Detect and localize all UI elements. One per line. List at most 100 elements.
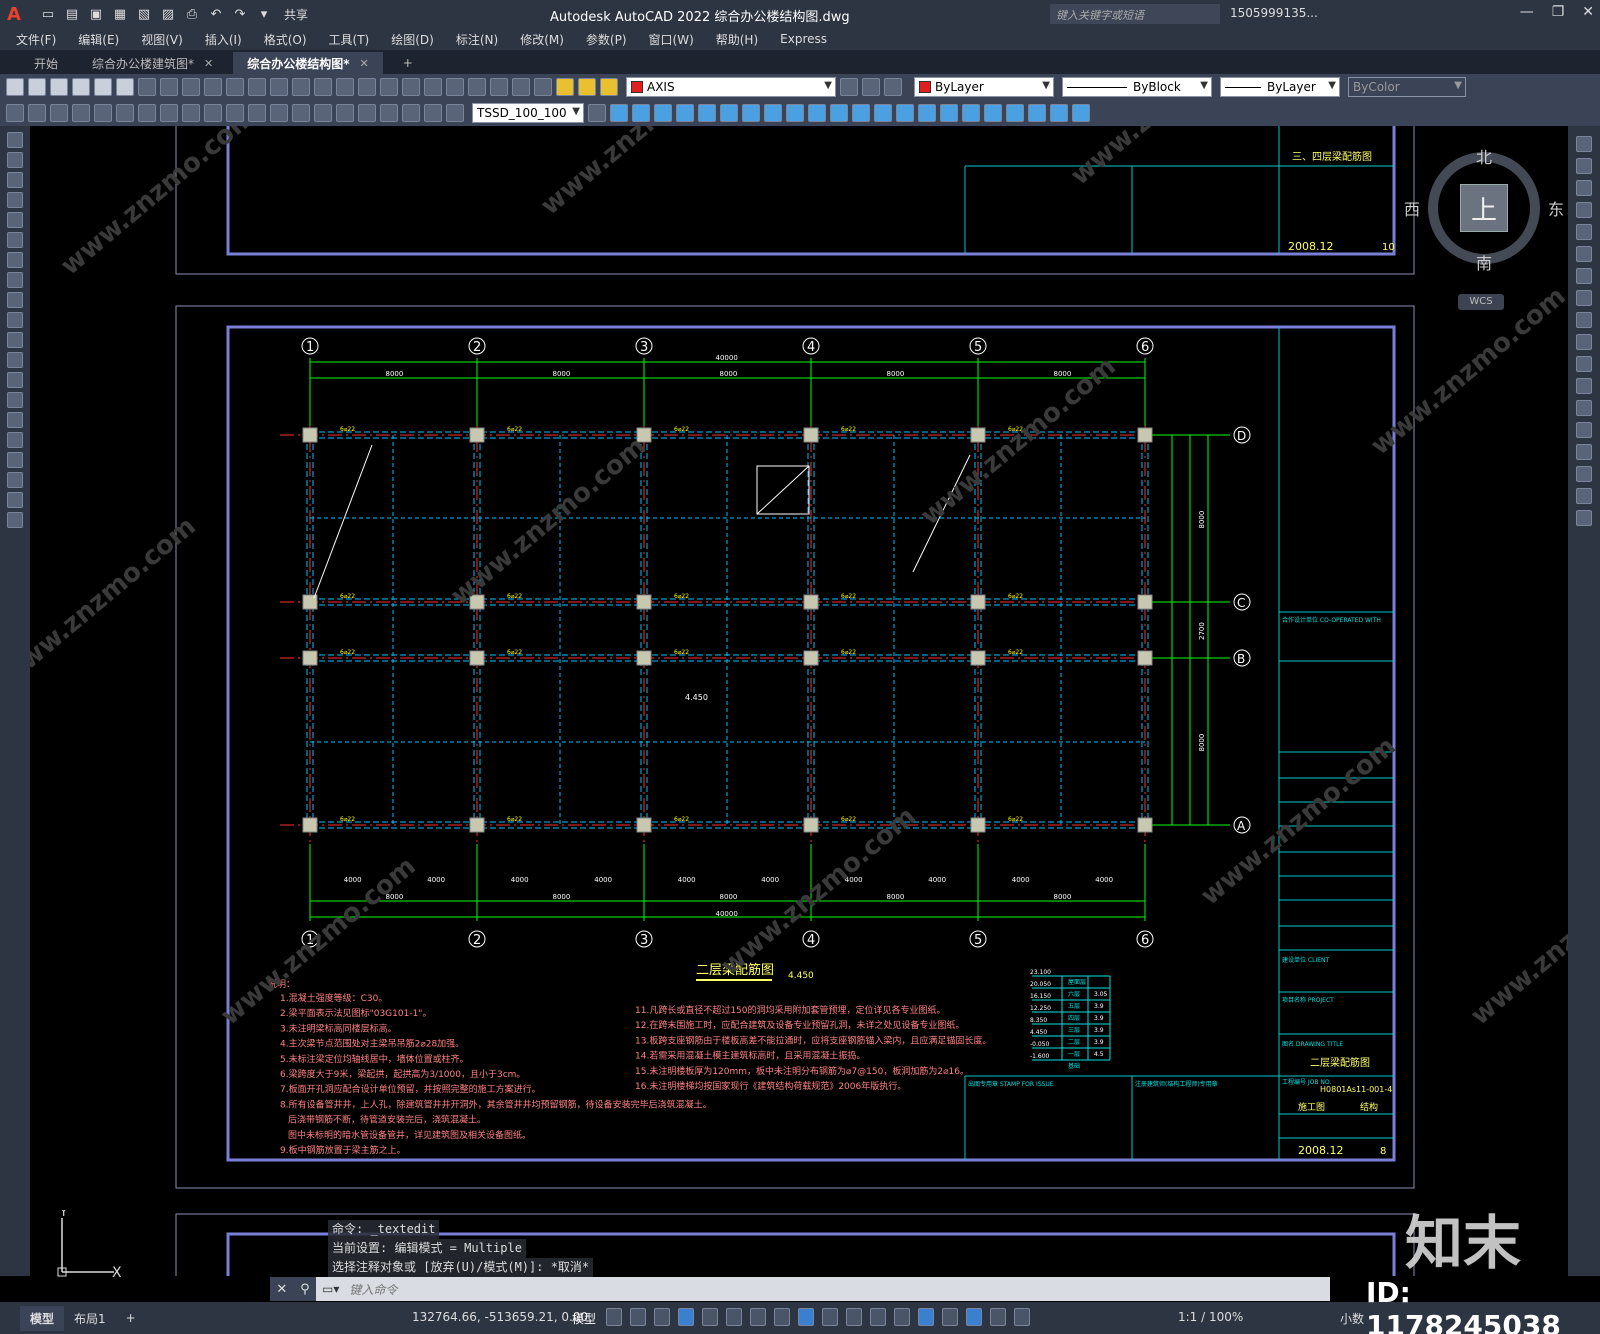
baseline-icon[interactable]	[204, 104, 222, 122]
dim-space-icon[interactable]	[248, 104, 266, 122]
redo-icon[interactable]	[248, 78, 266, 96]
user-account[interactable]: 1505999135...	[1230, 6, 1318, 20]
rotate-icon[interactable]	[1576, 268, 1592, 284]
lock-icon[interactable]	[600, 78, 618, 96]
trim-icon[interactable]	[1576, 334, 1592, 350]
plot-icon[interactable]	[72, 78, 90, 96]
undo-icon[interactable]	[226, 78, 244, 96]
solid-edit-icon[interactable]	[984, 104, 1002, 122]
insert-block-icon[interactable]	[7, 352, 23, 368]
zoom-realtime-icon[interactable]	[292, 78, 310, 96]
publish-icon[interactable]	[116, 78, 134, 96]
menu-edit[interactable]: 编辑(E)	[78, 31, 119, 48]
isodraft-icon[interactable]	[750, 1308, 766, 1326]
erase-icon[interactable]	[1576, 136, 1592, 152]
gradient-icon[interactable]	[7, 432, 23, 448]
array-icon[interactable]	[1576, 224, 1592, 240]
compass-west[interactable]: 西	[1404, 196, 1420, 220]
add-layout-button[interactable]: +	[116, 1307, 146, 1329]
cursor-coordinates[interactable]: 132764.66, -513659.21, 0.00	[412, 1310, 588, 1324]
scale-icon[interactable]	[1576, 290, 1592, 306]
export-icon[interactable]: ▧	[134, 4, 154, 24]
matchprop-icon[interactable]	[204, 78, 222, 96]
help-icon[interactable]	[490, 78, 508, 96]
point-icon[interactable]	[7, 392, 23, 408]
layer-isolate-icon[interactable]	[884, 78, 902, 96]
customize-icon[interactable]: ▾	[254, 4, 274, 24]
mtext-icon[interactable]	[7, 492, 23, 508]
setup-drawing-icon[interactable]	[852, 104, 870, 122]
model-space-button[interactable]: 模型	[572, 1310, 596, 1327]
quick-dim-icon[interactable]	[182, 104, 200, 122]
lightbulb-icon[interactable]	[556, 78, 574, 96]
copy-object-icon[interactable]	[1576, 158, 1592, 174]
extrude-icon[interactable]	[742, 104, 760, 122]
join-icon[interactable]	[1576, 422, 1592, 438]
drawing-canvas[interactable]: 三、四层梁配筋图 2008.12 10 合作设计单位 CO-OPERATED W…	[30, 126, 1568, 1276]
blend-icon[interactable]	[1576, 488, 1592, 504]
compass-east[interactable]: 东	[1548, 196, 1564, 220]
revision-cloud-icon[interactable]	[7, 272, 23, 288]
zoom-previous-icon[interactable]	[336, 78, 354, 96]
ortho-icon[interactable]	[702, 1308, 718, 1326]
sun-icon[interactable]	[578, 78, 596, 96]
arc-icon[interactable]	[7, 232, 23, 248]
print-icon[interactable]: ⎙	[182, 4, 202, 24]
shade-icon[interactable]	[1050, 104, 1068, 122]
viewcube[interactable]: 上 北 南 西 东 WCS	[1398, 134, 1568, 314]
render-icon[interactable]	[1028, 104, 1046, 122]
slice-icon[interactable]	[786, 104, 804, 122]
close-tab-icon[interactable]: ✕	[204, 57, 213, 70]
arc-length-icon[interactable]	[50, 104, 68, 122]
properties-icon[interactable]	[358, 78, 376, 96]
markup-icon[interactable]	[446, 78, 464, 96]
tolerance-icon[interactable]	[292, 104, 310, 122]
move-icon[interactable]	[1576, 246, 1592, 262]
search-input[interactable]: 键入关键字或短语	[1050, 4, 1220, 24]
radius-icon[interactable]	[94, 104, 112, 122]
dim-edit-icon[interactable]	[380, 104, 398, 122]
dim-style-icon[interactable]	[446, 104, 464, 122]
sphere-icon[interactable]	[632, 104, 650, 122]
zoom-window-icon[interactable]	[314, 78, 332, 96]
polyline-icon[interactable]	[7, 172, 23, 188]
offset-icon[interactable]	[1576, 202, 1592, 218]
wcs-menu[interactable]: WCS	[1458, 294, 1504, 310]
text-style-dropdown[interactable]: TSSD_100_100 ▼	[472, 103, 584, 123]
autocad-logo[interactable]: A	[0, 0, 28, 28]
compass-north[interactable]: 北	[1476, 144, 1492, 168]
selection-cycling-icon[interactable]	[870, 1308, 886, 1326]
units-display[interactable]: 小数	[1340, 1310, 1364, 1327]
3d-osnap-icon[interactable]	[894, 1308, 910, 1326]
new-icon[interactable]: ▭	[38, 4, 58, 24]
menu-dimension[interactable]: 标注(N)	[456, 31, 498, 48]
explode-icon[interactable]	[1576, 510, 1592, 526]
close-tab-icon[interactable]: ✕	[360, 57, 369, 70]
angular-icon[interactable]	[160, 104, 178, 122]
pan-icon[interactable]	[270, 78, 288, 96]
close-command-line-icon[interactable]: ✕	[276, 1282, 287, 1297]
tool-palettes-icon[interactable]	[402, 78, 420, 96]
gizmo-icon[interactable]	[966, 1308, 982, 1326]
box-icon[interactable]	[610, 104, 628, 122]
infer-constraints-icon[interactable]	[654, 1308, 670, 1326]
revolve-icon[interactable]	[764, 104, 782, 122]
stretch-icon[interactable]	[1576, 312, 1592, 328]
menu-insert[interactable]: 插入(I)	[205, 31, 242, 48]
annotation-visibility-icon[interactable]	[990, 1308, 1006, 1326]
undo-icon[interactable]: ↶	[206, 4, 226, 24]
menu-window[interactable]: 窗口(W)	[649, 31, 694, 48]
annotation-scale[interactable]: 1:1 / 100%	[1178, 1310, 1243, 1324]
save-icon[interactable]: ▣	[86, 4, 106, 24]
region-icon[interactable]	[7, 452, 23, 468]
restore-button[interactable]: ❐	[1552, 4, 1565, 20]
snap-icon[interactable]	[630, 1308, 646, 1326]
auto-scale-icon[interactable]	[1014, 1308, 1030, 1326]
qnew-icon[interactable]	[6, 78, 24, 96]
continue-icon[interactable]	[226, 104, 244, 122]
menu-format[interactable]: 格式(O)	[264, 31, 307, 48]
menu-draw[interactable]: 绘图(D)	[391, 31, 434, 48]
menu-help[interactable]: 帮助(H)	[716, 31, 758, 48]
grid-icon[interactable]	[606, 1308, 622, 1326]
ordinate-icon[interactable]	[72, 104, 90, 122]
